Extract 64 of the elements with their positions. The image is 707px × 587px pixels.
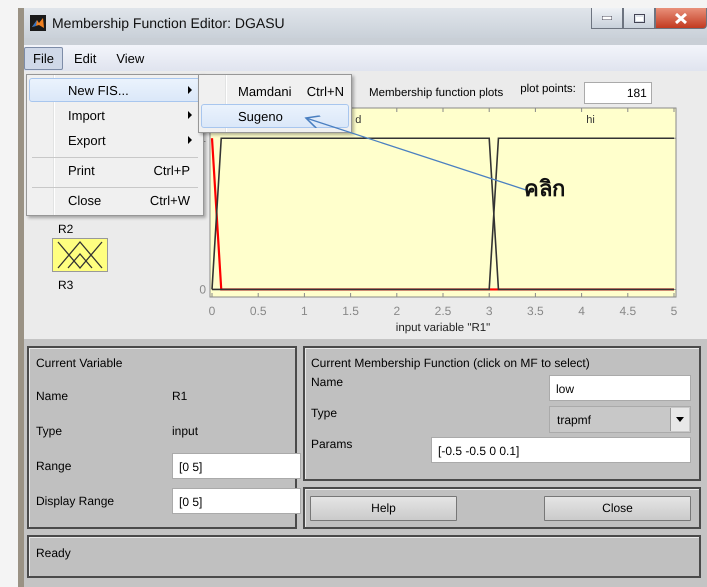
field-label: Name bbox=[311, 375, 344, 389]
menu-item[interactable]: Mamdani Ctrl+N bbox=[201, 79, 349, 103]
menu-item[interactable]: File bbox=[24, 46, 63, 70]
submenu-arrow-icon bbox=[188, 111, 192, 119]
annotation-text: คลิก bbox=[524, 176, 565, 204]
x-tick-label: 3 bbox=[486, 304, 493, 318]
input-field[interactable]: [0 5] bbox=[172, 488, 301, 514]
plot-title: Membership function plots bbox=[369, 87, 504, 99]
plot-area[interactable] bbox=[210, 108, 676, 298]
variable-icon[interactable] bbox=[52, 238, 108, 272]
variable-label: R3 bbox=[58, 278, 74, 292]
input-field[interactable]: low bbox=[549, 375, 691, 401]
field-label: Params bbox=[311, 437, 354, 451]
field-label: Name bbox=[36, 388, 70, 402]
type-dropdown[interactable]: trapmf bbox=[549, 406, 691, 433]
field-value: R1 bbox=[172, 388, 188, 402]
mf-label: hi bbox=[586, 114, 595, 126]
x-tick-label: 1 bbox=[301, 304, 308, 318]
panel-title: Current Membership Function (click on MF to select) bbox=[311, 356, 591, 370]
menu-item[interactable]: View bbox=[107, 46, 154, 70]
mf-label: d bbox=[355, 114, 362, 126]
field-label: Range bbox=[36, 458, 72, 472]
action-button[interactable]: Close bbox=[544, 496, 691, 520]
x-axis-label: input variable "R1" bbox=[396, 322, 490, 334]
caret-icon bbox=[676, 417, 684, 422]
x-tick-label: 5 bbox=[670, 304, 678, 318]
status-text: Ready bbox=[36, 546, 71, 560]
menu-item[interactable]: Export bbox=[29, 128, 201, 152]
x-tick-label: 3.5 bbox=[527, 304, 544, 318]
input-field[interactable]: [-0.5 -0.5 0 0.1] bbox=[431, 437, 691, 463]
x-tick-label: 4.5 bbox=[619, 304, 636, 318]
close-button[interactable] bbox=[655, 8, 707, 29]
submenu-arrow-icon bbox=[188, 86, 192, 94]
peak-logo-icon bbox=[30, 15, 46, 31]
field-label: Display Range bbox=[36, 494, 116, 508]
minimize-icon bbox=[602, 16, 612, 20]
menu-item[interactable]: Edit bbox=[64, 46, 106, 70]
maximize-icon bbox=[634, 14, 644, 22]
maximize-button[interactable] bbox=[623, 8, 655, 29]
plot-points-field[interactable]: 181 bbox=[584, 82, 652, 104]
action-button[interactable]: Help bbox=[310, 496, 457, 520]
x-tick-label: 1.5 bbox=[342, 304, 359, 318]
field-value: input bbox=[172, 424, 198, 438]
menu-item[interactable]: Print Ctrl+P bbox=[29, 158, 201, 182]
minimize-button[interactable] bbox=[591, 8, 623, 29]
field-label: Type bbox=[311, 406, 338, 420]
plot-points-label: plot points: bbox=[520, 83, 576, 95]
menu-item[interactable]: Sugeno bbox=[201, 104, 349, 128]
y-tick-label: 0 bbox=[199, 282, 206, 296]
x-tick-label: 4 bbox=[578, 304, 585, 318]
x-tick-label: 0 bbox=[208, 304, 216, 318]
menu-item[interactable]: Import bbox=[29, 103, 201, 127]
menu-item[interactable]: New FIS... bbox=[29, 78, 201, 102]
field-label: Type bbox=[36, 424, 64, 438]
x-tick-label: 2 bbox=[393, 304, 400, 318]
variable-label: R2 bbox=[58, 222, 74, 236]
input-field[interactable]: [0 5] bbox=[172, 452, 301, 478]
close-icon bbox=[675, 12, 687, 24]
x-tick-label: 2.5 bbox=[434, 304, 452, 318]
x-tick-label: 0.5 bbox=[250, 304, 267, 318]
menu-item[interactable]: Close Ctrl+W bbox=[29, 188, 201, 212]
window-title: Membership Function Editor: DGASU bbox=[52, 15, 285, 31]
submenu-arrow-icon bbox=[188, 136, 192, 144]
panel-title: Current Variable bbox=[36, 356, 124, 370]
